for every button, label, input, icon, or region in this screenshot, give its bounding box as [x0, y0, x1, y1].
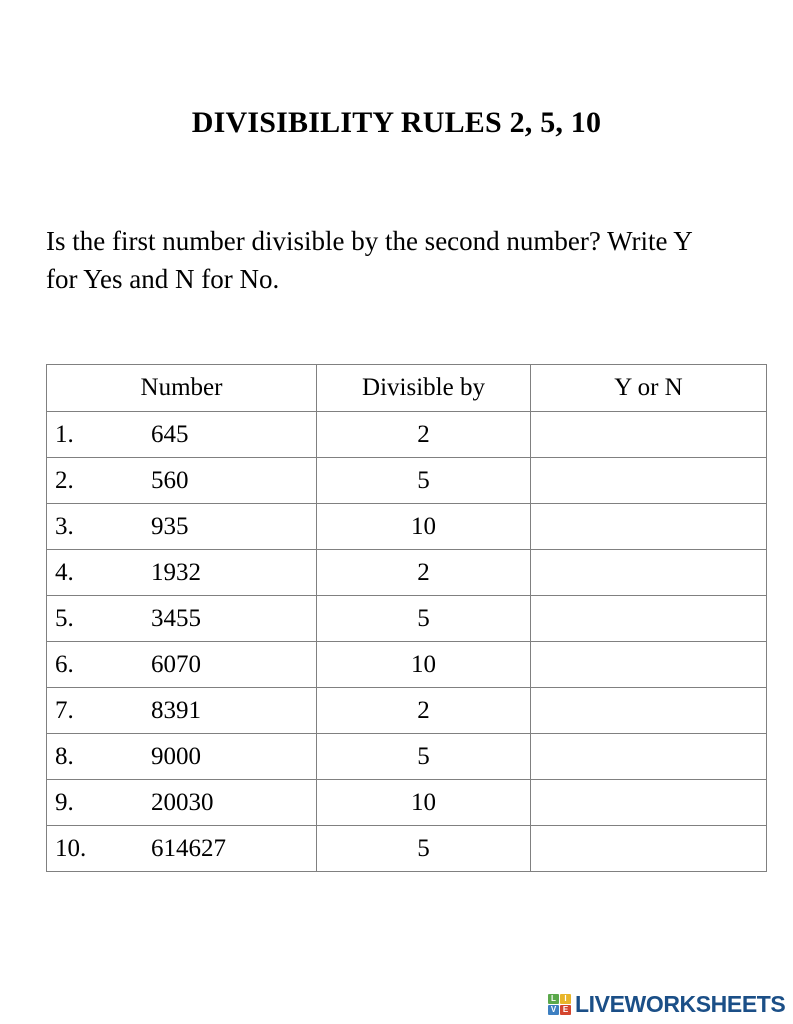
cell-number: 3. 935	[46, 503, 317, 550]
row-index: 2.	[55, 466, 74, 494]
table-row: 9. 20030 10	[46, 779, 767, 826]
row-index: 9.	[55, 788, 74, 816]
row-index: 8.	[55, 742, 74, 770]
row-index: 3.	[55, 512, 74, 540]
cell-number: 5. 3455	[46, 595, 317, 642]
table-row: 6. 6070 10	[46, 641, 767, 688]
table-row: 3. 935 10	[46, 503, 767, 550]
row-number-value: 614627	[151, 834, 226, 862]
row-number-value: 6070	[151, 650, 201, 678]
row-number-value: 20030	[151, 788, 214, 816]
table-header-row: Number Divisible by Y or N	[46, 364, 767, 412]
table-row: 5. 3455 5	[46, 595, 767, 642]
cell-divisor: 2	[316, 411, 531, 458]
cell-number: 4. 1932	[46, 549, 317, 596]
cell-divisor: 10	[316, 641, 531, 688]
row-index: 10.	[55, 834, 87, 862]
column-header-divisible-by: Divisible by	[316, 364, 531, 412]
cell-divisor: 2	[316, 687, 531, 734]
cell-answer-blank[interactable]	[530, 687, 767, 734]
page-title: DIVISIBILITY RULES 2, 5, 10	[191, 106, 602, 139]
table-row: 8. 9000 5	[46, 733, 767, 780]
table-row: 1. 645 2	[46, 411, 767, 458]
cell-divisor: 5	[316, 457, 531, 504]
cell-divisor: 5	[316, 733, 531, 780]
cell-number: 6. 6070	[46, 641, 317, 688]
cell-answer-blank[interactable]	[530, 825, 767, 872]
row-number-value: 935	[151, 512, 189, 540]
logo-tile-v: V	[548, 1005, 559, 1015]
cell-number: 1. 645	[46, 411, 317, 458]
logo-tiles: L I V E	[548, 994, 571, 1015]
instructions-text: Is the first number divisible by the sec…	[46, 226, 692, 295]
cell-divisor: 10	[316, 779, 531, 826]
cell-number: 8. 9000	[46, 733, 317, 780]
cell-answer-blank[interactable]	[530, 503, 767, 550]
cell-answer-blank[interactable]	[530, 733, 767, 780]
row-index: 6.	[55, 650, 74, 678]
cell-answer-blank[interactable]	[530, 779, 767, 826]
row-number-value: 3455	[151, 604, 201, 632]
row-index: 7.	[55, 696, 74, 724]
cell-answer-blank[interactable]	[530, 411, 767, 458]
row-number-value: 560	[151, 466, 189, 494]
logo-tile-l: L	[548, 994, 559, 1004]
row-number-value: 9000	[151, 742, 201, 770]
cell-answer-blank[interactable]	[530, 595, 767, 642]
cell-number: 7. 8391	[46, 687, 317, 734]
worksheet-page: DIVISIBILITY RULES 2, 5, 10 Is the first…	[0, 0, 793, 1024]
divisibility-table: Number Divisible by Y or N 1. 645 2 2. 560 5 3…	[46, 364, 767, 872]
row-index: 4.	[55, 558, 74, 586]
cell-divisor: 2	[316, 549, 531, 596]
row-index: 1.	[55, 420, 74, 448]
table-body: 1. 645 2 2. 560 5 3. 935 10 4. 1932 2 5. 3455 5 6. 6070 1…	[46, 411, 767, 872]
row-index: 5.	[55, 604, 74, 632]
cell-divisor: 5	[316, 595, 531, 642]
liveworksheets-logo: L I V E LIVEWORKSHEETS	[548, 991, 786, 1017]
row-number-value: 1932	[151, 558, 201, 586]
logo-tile-e: E	[560, 1005, 571, 1015]
cell-number: 10. 614627	[46, 825, 317, 872]
table-row: 10. 614627 5	[46, 825, 767, 872]
cell-number: 2. 560	[46, 457, 317, 504]
table-row: 2. 560 5	[46, 457, 767, 504]
row-number-value: 645	[151, 420, 189, 448]
column-header-number: Number	[46, 364, 317, 412]
cell-divisor: 10	[316, 503, 531, 550]
logo-tile-i: I	[560, 994, 571, 1004]
table-row: 7. 8391 2	[46, 687, 767, 734]
row-number-value: 8391	[151, 696, 201, 724]
cell-answer-blank[interactable]	[530, 641, 767, 688]
cell-divisor: 5	[316, 825, 531, 872]
cell-number: 9. 20030	[46, 779, 317, 826]
cell-answer-blank[interactable]	[530, 549, 767, 596]
column-header-answer: Y or N	[530, 364, 767, 412]
table-row: 4. 1932 2	[46, 549, 767, 596]
cell-answer-blank[interactable]	[530, 457, 767, 504]
logo-wordmark: LIVEWORKSHEETS	[575, 991, 786, 1017]
